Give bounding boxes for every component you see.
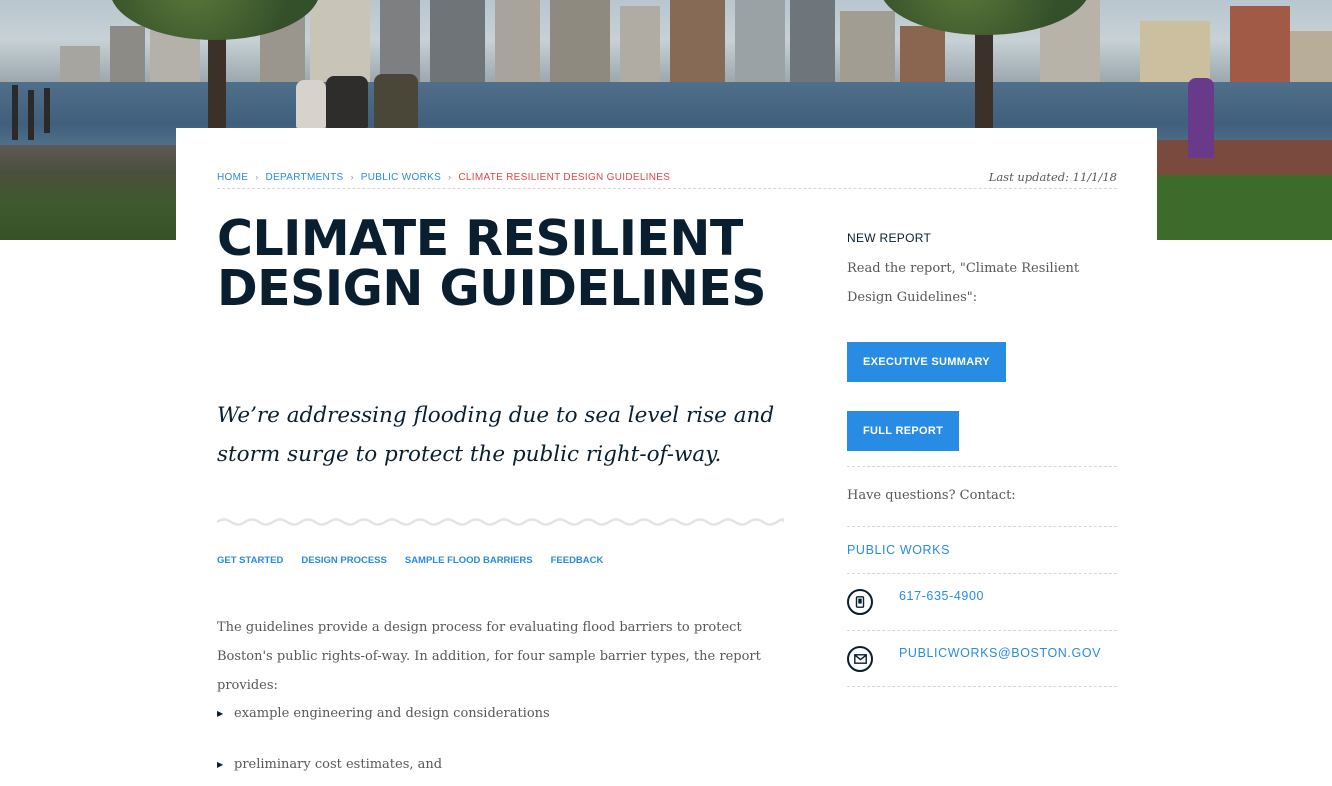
triangle-right-icon: ▶: [217, 709, 224, 718]
page-lede: We’re addressing flooding due to sea lev…: [217, 403, 775, 467]
walkway: [1150, 140, 1332, 180]
section-nav: Get Started Design Process Sample Flood …: [217, 555, 603, 566]
sidebar-label: New Report: [847, 231, 932, 245]
email-link[interactable]: PUBLICWORKS@BOSTON.GOV: [899, 646, 1101, 660]
envelope-icon: [847, 646, 873, 672]
chevron-right-icon: ›: [255, 172, 259, 182]
phone-icon: [847, 589, 873, 615]
sidebar-divider: [847, 686, 1117, 687]
list-item: ▶ example engineering and design conside…: [217, 700, 550, 751]
breadcrumb-departments[interactable]: Departments: [266, 172, 344, 183]
breadcrumb-public-works[interactable]: Public Works: [361, 172, 441, 183]
phone-link[interactable]: 617-635-4900: [899, 589, 984, 603]
subnav-design-process[interactable]: Design Process: [301, 555, 387, 566]
email-row: PUBLICWORKS@BOSTON.GOV: [847, 630, 1117, 687]
contact-heading: Have questions? Contact:: [847, 466, 1117, 527]
last-updated: Last updated: 11/1/18: [988, 170, 1117, 184]
breadcrumb-current: Climate Resilient Design Guidelines: [458, 171, 671, 183]
executive-summary-button[interactable]: Executive Summary: [847, 342, 1006, 382]
breadcrumb-home[interactable]: Home: [217, 172, 248, 183]
list-item-text: example engineering and design considera…: [234, 706, 550, 721]
provides-list: ▶ example engineering and design conside…: [217, 700, 550, 786]
phone-row: 617-635-4900: [847, 573, 1117, 630]
chevron-right-icon: ›: [448, 172, 452, 182]
wave-divider: [217, 518, 784, 526]
lawn: [1150, 175, 1332, 240]
subnav-get-started[interactable]: Get Started: [217, 555, 283, 566]
chevron-right-icon: ›: [350, 172, 354, 182]
page-title: Climate Resilient Design Guidelines: [217, 210, 767, 317]
list-item: ▶ preliminary cost estimates, and: [217, 751, 550, 786]
sidebar-intro: Read the report, "Climate Resilient Desi…: [847, 261, 1080, 305]
sidebar: New Report Read the report, "Climate Res…: [847, 228, 1117, 687]
intro-paragraph: The guidelines provide a design process …: [217, 620, 761, 693]
subnav-feedback[interactable]: Feedback: [551, 555, 604, 566]
triangle-right-icon: ▶: [217, 760, 224, 769]
full-report-button[interactable]: Full Report: [847, 411, 960, 451]
subnav-sample-flood-barriers[interactable]: Sample Flood Barriers: [405, 555, 533, 566]
list-item-text: preliminary cost estimates, and: [234, 757, 443, 772]
department-link[interactable]: Public Works: [847, 526, 1117, 573]
breadcrumb: Home › Departments › Public Works › Clim…: [217, 166, 1117, 189]
